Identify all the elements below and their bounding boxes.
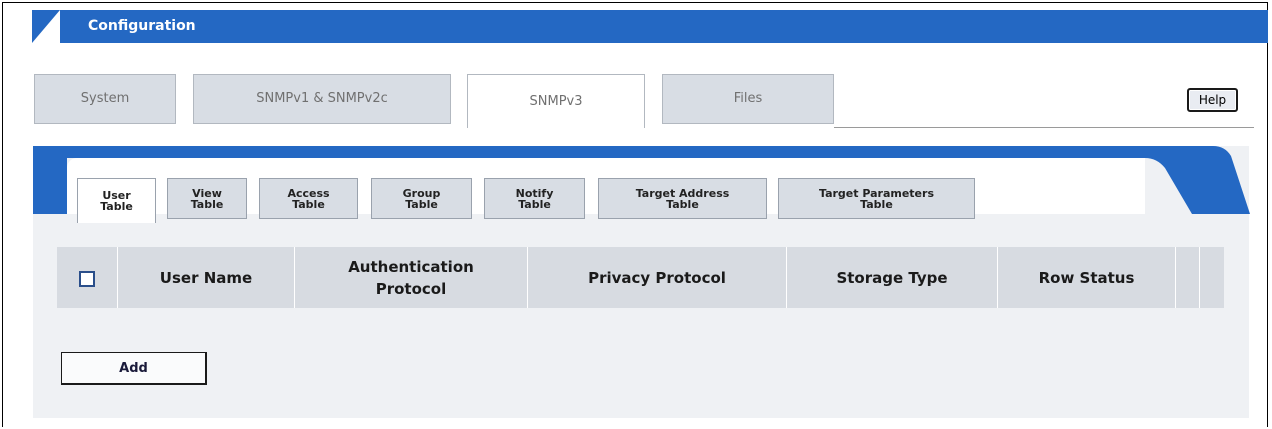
subtab-access-table[interactable]: Access Table <box>259 178 358 219</box>
subtab-view-table[interactable]: View Table <box>167 178 247 219</box>
header-bar <box>32 10 1268 43</box>
subtab-target-parameters-table[interactable]: Target Parameters Table <box>778 178 975 219</box>
column-authentication-protocol: Authentication Protocol <box>295 247 528 308</box>
column-row-status: Row Status <box>998 247 1176 308</box>
tab-snmpv3[interactable]: SNMPv3 <box>467 74 645 128</box>
tab-underline <box>834 127 1254 128</box>
page-title: Configuration <box>88 18 196 34</box>
help-button[interactable]: Help <box>1187 88 1238 112</box>
subtab-target-address-table[interactable]: Target Address Table <box>598 178 767 219</box>
tab-system[interactable]: System <box>34 74 176 124</box>
column-extra-2 <box>1200 247 1224 308</box>
column-storage-type: Storage Type <box>787 247 998 308</box>
column-privacy-protocol: Privacy Protocol <box>528 247 787 308</box>
header-wedge <box>32 10 60 43</box>
panel-top-band <box>33 146 1213 158</box>
tab-files[interactable]: Files <box>662 74 834 124</box>
panel-left-band <box>33 146 67 214</box>
panel-right-band <box>1145 146 1250 214</box>
subtab-group-table[interactable]: Group Table <box>371 178 472 219</box>
select-all-checkbox[interactable] <box>79 271 95 287</box>
subtab-notify-table[interactable]: Notify Table <box>484 178 585 219</box>
subtab-user-table[interactable]: User Table <box>77 178 156 223</box>
tab-snmpv1-snmpv2c[interactable]: SNMPv1 & SNMPv2c <box>193 74 451 124</box>
column-user-name: User Name <box>118 247 295 308</box>
column-extra-1 <box>1176 247 1200 308</box>
add-button[interactable]: Add <box>61 352 207 385</box>
